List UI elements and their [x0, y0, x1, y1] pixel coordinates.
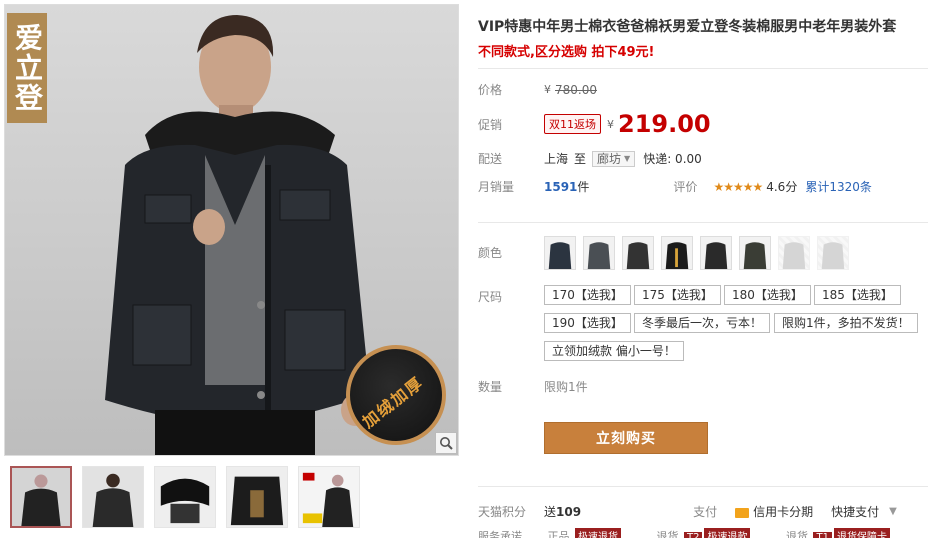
service-row: 服务承诺 正品 极速退货 退货 T2 极速退款 退货 T1 退货保障卡 [478, 528, 892, 538]
service-tag: 极速退款 [704, 528, 751, 538]
product-info-panel: VIP特惠中年男士棉衣爸爸棉袄男爱立登冬装棉服男中老年男装外套 不同款式,区分选… [478, 0, 928, 538]
color-label-row: 颜色 [478, 244, 544, 261]
rating-stars: ★★★★★ [713, 179, 763, 194]
size-option[interactable]: 180【选我】 [724, 285, 811, 305]
size-label-row: 尺码 [478, 288, 544, 305]
monthly-sales-label: 月销量 [478, 180, 515, 194]
price-row: 价格 ¥ 780.00 [478, 81, 597, 98]
brand-badge: 爱立登 [7, 13, 47, 123]
color-swatch-unavailable[interactable] [817, 236, 849, 270]
destination-value: 廊坊 [597, 152, 622, 166]
chevron-down-icon: ▼ [624, 154, 631, 163]
service-text: 正品 [547, 530, 570, 538]
brand-badge-text: 爱立登 [11, 23, 44, 113]
model-figure [105, 15, 370, 455]
thumbnail-back[interactable] [82, 466, 144, 528]
thumbnail-lining[interactable] [226, 466, 288, 528]
service-tag: 极速退货 [575, 528, 621, 538]
thumb-collar-image [155, 467, 215, 527]
quantity-label: 数量 [478, 380, 503, 394]
color-swatch[interactable] [700, 236, 732, 270]
size-option[interactable]: 立领加绒款 偏小一号！ [544, 341, 684, 361]
shipping-fee: 快递: 0.00 [643, 152, 702, 166]
color-swatch[interactable] [544, 236, 576, 270]
rating-score: 4.6分 [766, 180, 798, 194]
monthly-sales-unit: 件 [577, 180, 590, 194]
color-swatch[interactable] [622, 236, 654, 270]
installment-option[interactable]: 信用卡分期 [753, 503, 813, 520]
color-swatch[interactable] [661, 236, 693, 270]
price-currency: ¥ [544, 83, 551, 96]
color-swatch[interactable] [583, 236, 615, 270]
thumb-lining-image [227, 467, 287, 527]
service-tag: 退货保障卡 [833, 528, 890, 538]
sales-row: 月销量 1591 件 评价 ★★★★★ 4.6分 累计1320条 [478, 178, 872, 195]
service-tag: T2 [684, 532, 703, 538]
service-tag: T1 [813, 532, 832, 538]
review-count-link[interactable]: 累计1320条 [805, 178, 872, 195]
ship-from: 上海 [544, 152, 569, 166]
thumbnail-collar[interactable] [154, 466, 216, 528]
service-text: 退货 [785, 530, 808, 538]
promo-label: 促销 [478, 117, 503, 132]
color-swatches [544, 236, 849, 270]
thumbnail-front[interactable] [10, 466, 72, 528]
quantity-limit: 限购1件 [544, 380, 588, 394]
monthly-sales-count: 1591 [544, 179, 578, 194]
original-price: 780.00 [555, 82, 597, 97]
price-label: 价格 [478, 83, 503, 97]
thumb-back-image [83, 467, 143, 527]
divider [478, 68, 928, 69]
size-option[interactable]: 175【选我】 [634, 285, 721, 305]
size-option[interactable]: 170【选我】 [544, 285, 631, 305]
promo-price: 219.00 [618, 110, 711, 138]
service-label: 服务承诺 [478, 530, 522, 538]
color-label: 颜色 [478, 246, 503, 260]
product-gallery: 爱立登 加绒加厚 [4, 4, 459, 532]
thumb-promo-image [299, 467, 359, 527]
divider [478, 222, 928, 223]
shipping-row: 配送 上海 至 廊坊 ▼ 快递: 0.00 [478, 150, 702, 167]
main-product-image[interactable]: 爱立登 加绒加厚 [4, 4, 459, 456]
size-option[interactable]: 190【选我】 [544, 313, 631, 333]
fur-lining-badge: 加绒加厚 [346, 345, 446, 445]
chevron-down-icon[interactable]: ▼ [889, 506, 897, 517]
service-text: 退货 [656, 530, 679, 538]
rating-label: 评价 [673, 180, 698, 194]
divider [478, 486, 928, 487]
thumbnail-strip [10, 466, 360, 528]
promo-tag: 双11返场 [544, 114, 601, 134]
size-option[interactable]: 限购1件，多拍不发货！ [774, 313, 918, 333]
buy-now-button[interactable]: 立刻购买 [544, 422, 708, 454]
color-swatch[interactable] [739, 236, 771, 270]
points-payment-row: 天猫积分 送 109 支付 信用卡分期 快捷支付 ▼ [478, 503, 930, 520]
product-subtitle: 不同款式,区分选购 拍下49元! [478, 45, 655, 60]
payment-label: 支付 [693, 505, 718, 519]
shipping-label: 配送 [478, 152, 503, 166]
points-prefix: 送 [544, 505, 557, 519]
thumb-front-image [12, 468, 70, 526]
size-label: 尺码 [478, 290, 503, 304]
zoom-button[interactable] [435, 432, 457, 454]
destination-select[interactable]: 廊坊 ▼ [592, 150, 636, 167]
size-option[interactable]: 185【选我】 [814, 285, 901, 305]
color-swatch-unavailable[interactable] [778, 236, 810, 270]
promo-currency: ¥ [607, 117, 614, 131]
points-value: 109 [556, 504, 582, 519]
size-option[interactable]: 冬季最后一次，亏本！ [634, 313, 771, 333]
thumbnail-promo[interactable] [298, 466, 360, 528]
credit-card-icon [735, 507, 750, 518]
points-label: 天猫积分 [478, 505, 527, 519]
quantity-row: 数量 限购1件 [478, 378, 588, 395]
fur-badge-text: 加绒加厚 [358, 372, 428, 432]
product-title: VIP特惠中年男士棉衣爸爸棉袄男爱立登冬装棉服男中老年男装外套 [478, 19, 897, 35]
magnifier-icon [440, 437, 453, 450]
quickpay-option[interactable]: 快捷支付 [831, 503, 879, 520]
promo-row: 促销 双11返场 ¥ 219.00 [478, 110, 711, 138]
ship-to-word: 至 [574, 152, 587, 166]
